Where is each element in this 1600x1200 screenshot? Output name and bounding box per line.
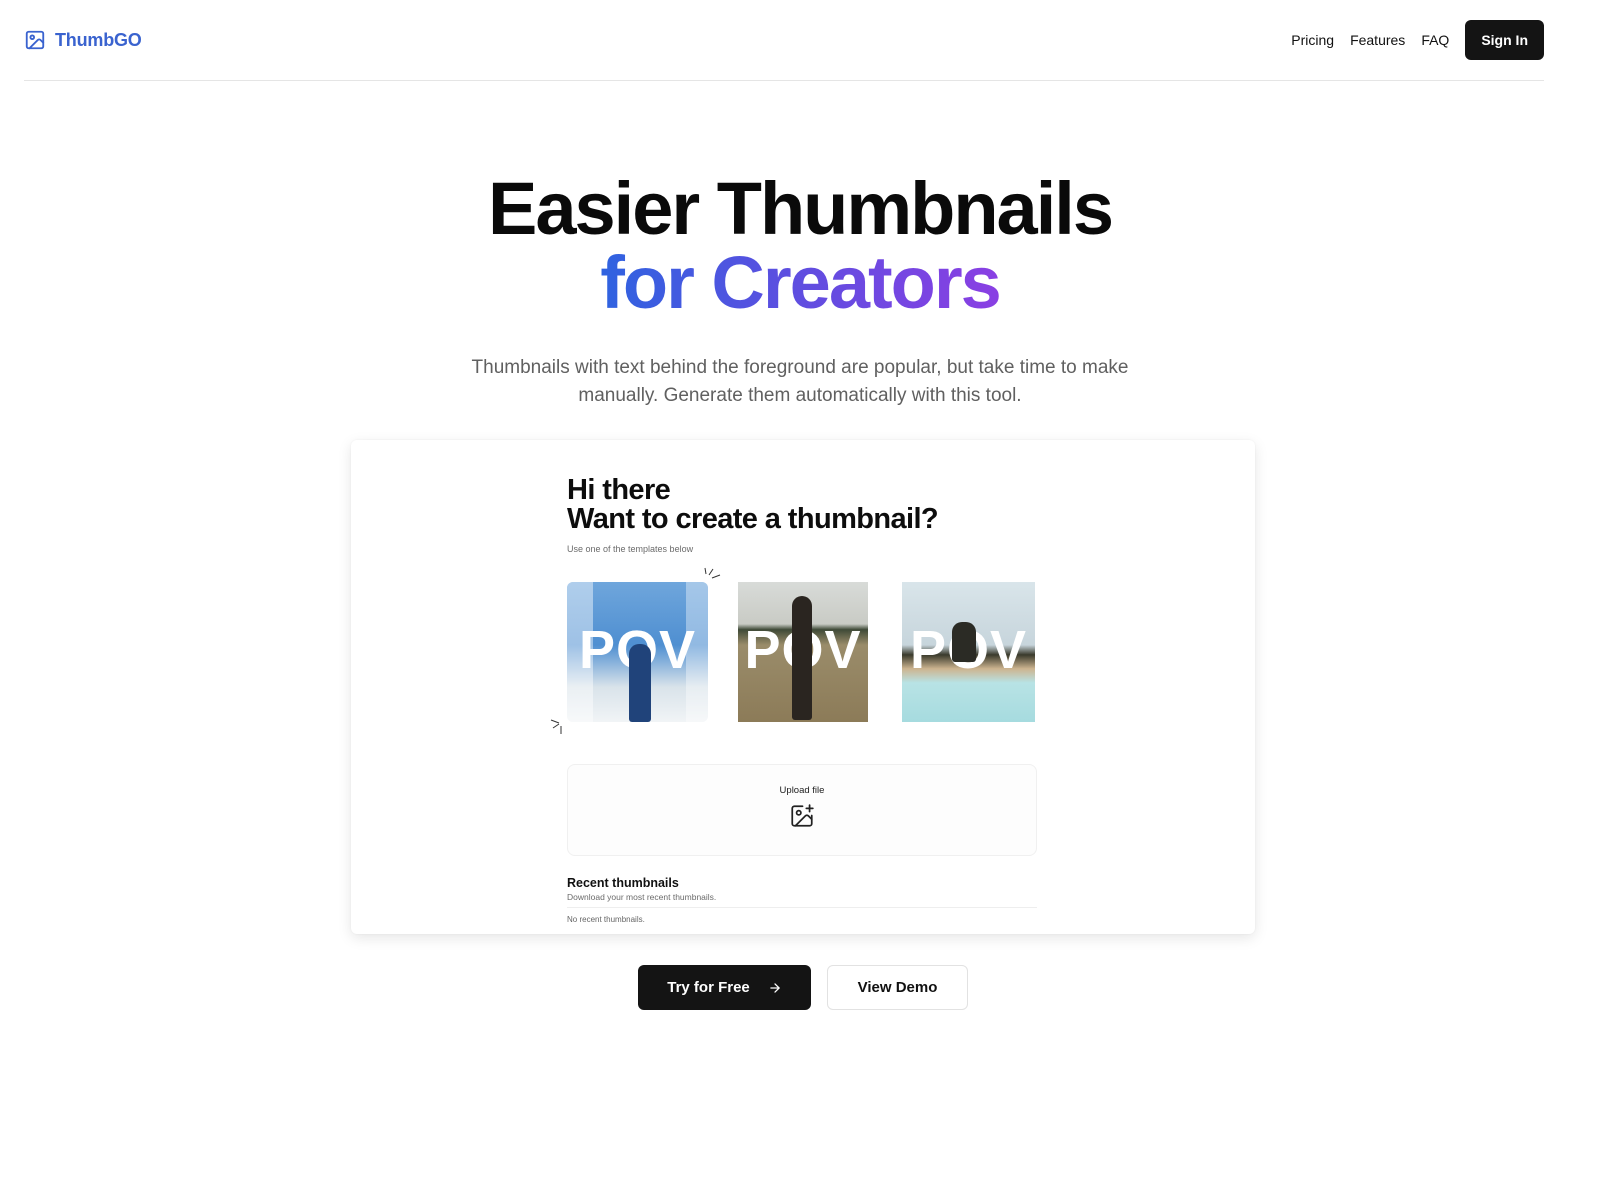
template-card[interactable]: POV: [567, 582, 708, 722]
preview-greeting-line2: Want to create a thumbnail?: [567, 503, 939, 535]
upload-label: Upload file: [779, 785, 825, 796]
preview-greeting: Hi there Want to create a thumbnail?: [567, 474, 939, 535]
app-preview-card: Hi there Want to create a thumbnail? Use…: [351, 440, 1255, 934]
sign-in-button[interactable]: Sign In: [1465, 20, 1544, 60]
brand-name: ThumbGO: [55, 29, 142, 50]
nav-link-pricing[interactable]: Pricing: [1291, 32, 1334, 48]
nav-link-features[interactable]: Features: [1350, 32, 1405, 48]
divider: [567, 907, 1037, 908]
template-subject: [952, 622, 976, 662]
hero-title-line2: for Creators: [600, 241, 1002, 324]
arrow-right-icon: [770, 982, 780, 993]
recent-thumbnails-subtitle: Download your most recent thumbnails.: [567, 892, 717, 902]
image-plus-icon: [791, 804, 814, 827]
recent-thumbnails-empty: No recent thumbnails.: [567, 915, 645, 924]
try-for-free-label: Try for Free: [667, 979, 750, 996]
hero-title-line1: Easier Thumbnails: [488, 167, 1114, 250]
nav-link-faq[interactable]: FAQ: [1421, 32, 1449, 48]
upload-dropzone[interactable]: Upload file: [567, 764, 1037, 856]
template-subject: [792, 596, 812, 720]
recent-thumbnails-title: Recent thumbnails: [567, 876, 679, 890]
template-card[interactable]: POV: [902, 582, 1035, 722]
try-for-free-button[interactable]: Try for Free: [638, 965, 811, 1010]
template-card[interactable]: POV: [738, 582, 868, 722]
main-nav: Pricing Features FAQ Sign In: [1291, 20, 1544, 60]
brand-logo[interactable]: ThumbGO: [24, 29, 142, 51]
image-icon: [25, 30, 45, 50]
site-header: ThumbGO Pricing Features FAQ Sign In: [24, 0, 1544, 81]
hero-title: Easier Thumbnails for Creators: [0, 172, 1600, 320]
app-preview-content: Hi there Want to create a thumbnail? Use…: [550, 440, 1037, 934]
hero-subtitle: Thumbnails with text behind the foregrou…: [471, 357, 1129, 406]
view-demo-button[interactable]: View Demo: [827, 965, 968, 1010]
sparkle-icon: [550, 719, 562, 734]
preview-greeting-line1: Hi there: [567, 474, 671, 506]
template-subject: [629, 644, 651, 722]
templates-hint: Use one of the templates below: [567, 544, 694, 554]
